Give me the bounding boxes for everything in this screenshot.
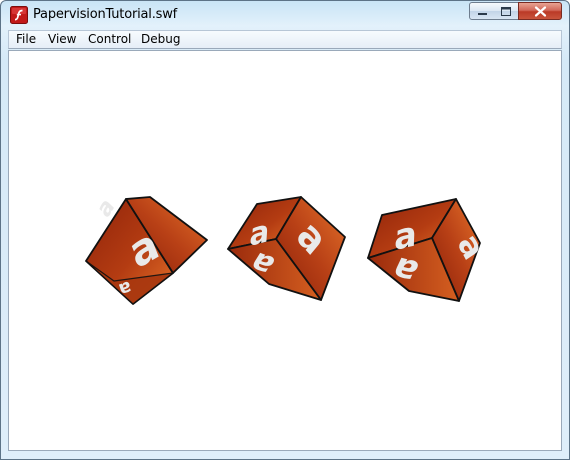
close-icon	[534, 6, 547, 17]
minimize-icon	[478, 13, 487, 15]
menu-bar: File View Control Debug	[8, 30, 562, 49]
application-window: PapervisionTutorial.swf File View Contro…	[0, 0, 570, 460]
minimize-button[interactable]	[469, 2, 495, 20]
close-button[interactable]	[518, 2, 562, 20]
flash-stage[interactable]: a a a a a a a a a	[8, 50, 562, 451]
cube-middle: a a a	[227, 196, 346, 301]
maximize-button[interactable]	[494, 2, 519, 20]
menu-control[interactable]: Control	[88, 32, 131, 47]
menu-debug[interactable]: Debug	[141, 32, 180, 47]
menu-file[interactable]: File	[16, 32, 36, 47]
cube-right: a a a	[367, 198, 492, 302]
cube-left: a a a	[85, 192, 208, 305]
cube-scene: a a a a a a a a a	[85, 192, 492, 305]
title-bar[interactable]: PapervisionTutorial.swf	[1, 1, 569, 29]
menu-view[interactable]: View	[48, 32, 76, 47]
maximize-icon	[501, 7, 511, 16]
window-title: PapervisionTutorial.swf	[33, 7, 178, 22]
flash-player-icon	[10, 6, 28, 24]
